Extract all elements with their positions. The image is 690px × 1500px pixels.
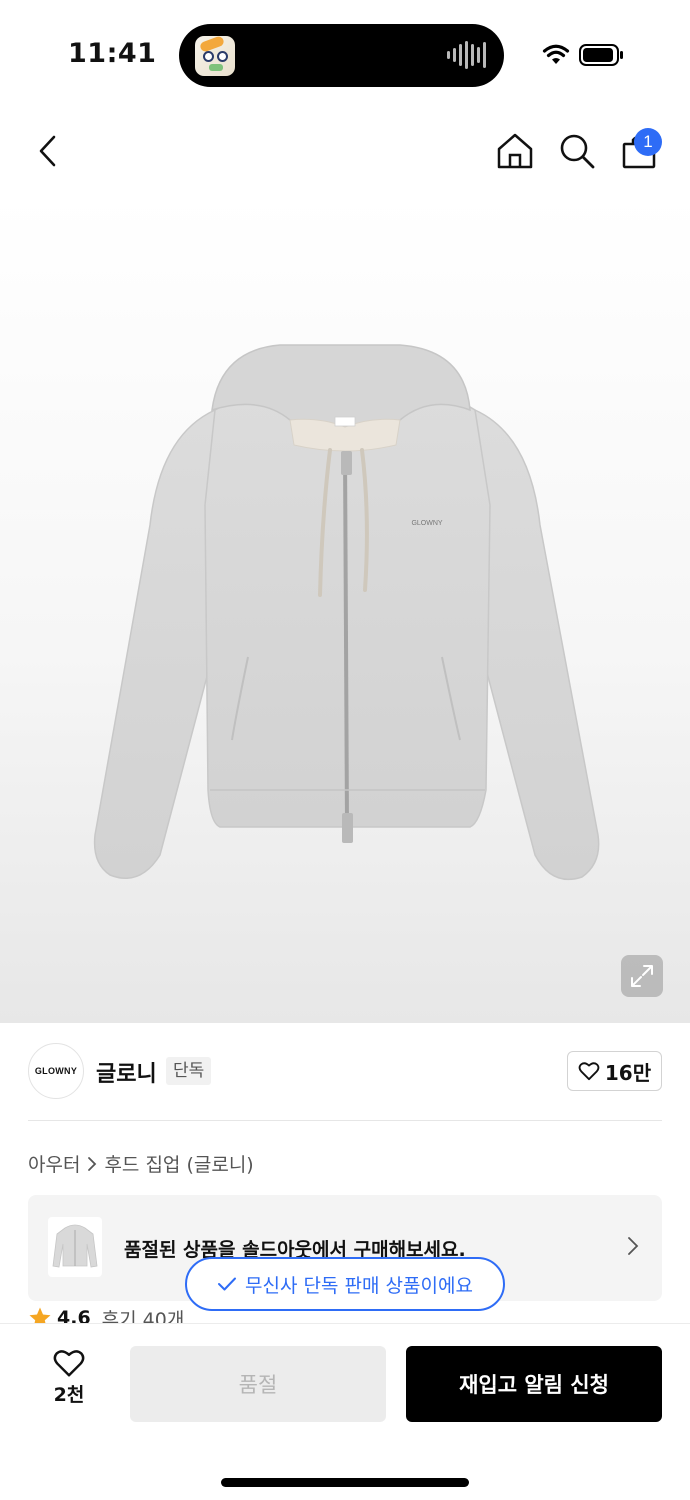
check-icon — [218, 1277, 237, 1291]
search-icon — [560, 134, 595, 169]
breadcrumb-category[interactable]: 아우터 — [28, 1150, 80, 1177]
audio-waveform-icon — [447, 40, 486, 70]
breadcrumb: 아우터 후드 집업 (글로니) — [28, 1150, 254, 1177]
top-navigation — [0, 110, 690, 195]
toast-text: 무신사 단독 판매 상품이에요 — [245, 1274, 473, 1297]
cart-count-badge: 1 — [634, 128, 662, 156]
live-activity-app-icon[interactable] — [195, 36, 235, 76]
breadcrumb-subcategory[interactable]: 후드 집업 (글로니) — [104, 1150, 253, 1177]
back-button[interactable] — [26, 128, 72, 174]
hoodie-photo: GLOWNY — [93, 344, 600, 881]
wishlist-button[interactable]: 2천 — [38, 1348, 100, 1418]
svg-text:GLOWNY: GLOWNY — [411, 520, 442, 527]
restock-alert-button[interactable]: 재입고 알림 신청 — [406, 1346, 662, 1422]
dynamic-island[interactable] — [179, 24, 504, 87]
brand-row: GLOWNY 글로니 단독 16만 — [28, 1043, 662, 1101]
wishlist-count: 2천 — [53, 1384, 85, 1406]
chevron-left-icon — [39, 135, 56, 167]
status-bar: 11:41 — [0, 0, 690, 110]
product-image[interactable]: GLOWNY — [0, 195, 690, 1023]
heart-icon — [53, 1350, 85, 1377]
expand-image-button[interactable] — [621, 955, 663, 997]
chevron-right-icon — [88, 1156, 97, 1171]
soldout-product-thumbnail — [48, 1217, 102, 1277]
brand-like-count: 16만 — [604, 1060, 652, 1085]
home-indicator[interactable] — [221, 1478, 469, 1487]
bottom-action-bar: 2천 품절 재입고 알림 신청 — [0, 1323, 690, 1500]
home-button[interactable] — [492, 128, 538, 174]
wifi-icon — [542, 44, 570, 64]
soldout-button: 품절 — [130, 1346, 386, 1422]
brand-like-button[interactable]: 16만 — [567, 1051, 662, 1091]
search-button[interactable] — [554, 128, 600, 174]
brand-logo[interactable]: GLOWNY — [28, 1043, 84, 1099]
expand-icon — [631, 965, 653, 987]
home-icon — [497, 133, 533, 169]
exclusive-toast: 무신사 단독 판매 상품이에요 — [185, 1257, 505, 1311]
chevron-right-icon — [628, 1237, 639, 1255]
divider — [28, 1120, 662, 1121]
brand-name[interactable]: 글로니 — [96, 1056, 157, 1088]
battery-icon — [579, 44, 623, 66]
heart-icon — [578, 1062, 600, 1081]
status-time: 11:41 — [68, 38, 157, 69]
exclusive-badge: 단독 — [166, 1057, 212, 1085]
